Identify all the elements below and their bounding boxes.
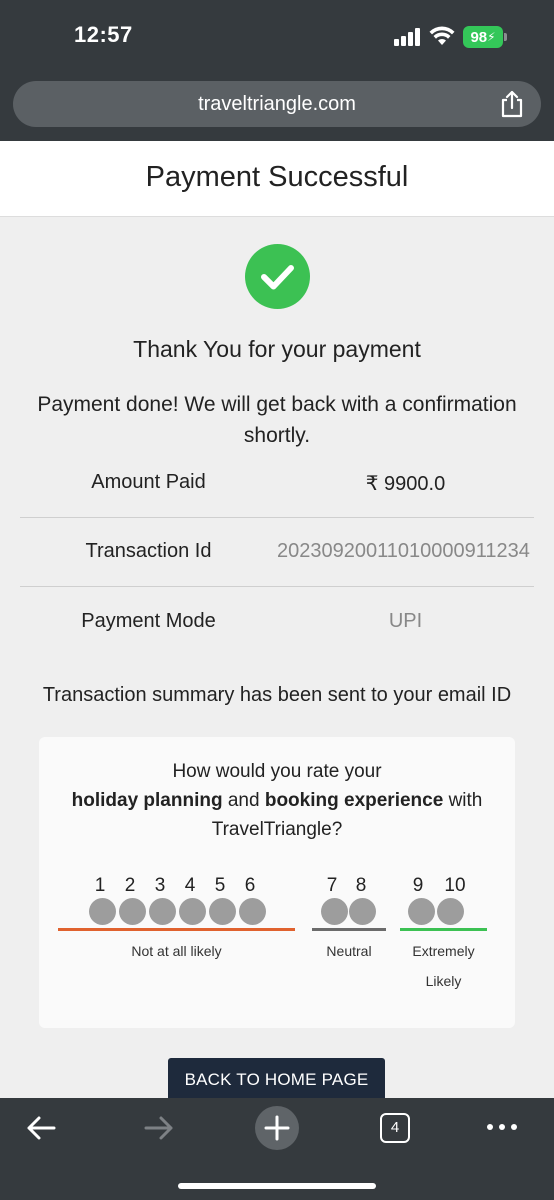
score-4-option[interactable]	[179, 898, 206, 925]
score-7-option[interactable]	[321, 898, 348, 925]
low-scale-label: Not at all likely	[131, 943, 222, 959]
score-6-option[interactable]	[239, 898, 266, 925]
thank-you-heading: Thank You for your payment	[133, 336, 421, 362]
payment-mode-row: Payment Mode UPI	[0, 610, 554, 640]
amount-paid-row: Amount Paid ₹ 9900.0	[0, 471, 554, 501]
cellular-signal-icon	[394, 28, 422, 46]
new-tab-plus-icon[interactable]	[254, 1105, 300, 1151]
page-header: Payment Successful	[0, 141, 554, 217]
transaction-id-label: Transaction Id	[85, 540, 212, 562]
low-range-bar	[58, 928, 295, 931]
share-icon[interactable]	[499, 90, 525, 118]
tabs-count-icon[interactable]: 4	[380, 1113, 410, 1143]
score-6-label: 6	[244, 875, 256, 896]
page-title: Payment Successful	[145, 161, 409, 193]
high-scale-label-line1: Extremely	[412, 943, 475, 959]
score-8-option[interactable]	[349, 898, 376, 925]
question-bold-1: holiday planning	[71, 790, 223, 811]
score-3-label: 3	[154, 875, 166, 896]
score-4-label: 4	[184, 875, 196, 896]
question-bold-2: booking experience	[264, 790, 444, 811]
wifi-icon	[429, 26, 455, 45]
divider	[20, 517, 534, 518]
home-indicator	[178, 1183, 376, 1189]
score-9-option[interactable]	[408, 898, 435, 925]
battery-level: 98	[470, 28, 488, 46]
rating-card: How would you rate your holiday planning…	[39, 737, 515, 1028]
question-line-1: How would you rate your	[172, 761, 382, 782]
question-line-3: TravelTriangle?	[211, 819, 343, 840]
success-check-icon	[245, 244, 310, 309]
transaction-id-value: 20230920011010000911234	[277, 540, 530, 562]
score-2-label: 2	[124, 875, 136, 896]
score-1-option[interactable]	[89, 898, 116, 925]
score-3-option[interactable]	[149, 898, 176, 925]
battery-nub	[504, 33, 507, 41]
neutral-scale-label: Neutral	[326, 943, 372, 959]
score-5-option[interactable]	[209, 898, 236, 925]
transaction-id-row: Transaction Id 20230920011010000911234	[0, 540, 554, 570]
payment-mode-value: UPI	[388, 610, 423, 632]
neutral-range-bar	[312, 928, 386, 931]
confirmation-message: Payment done! We will get back with a co…	[37, 393, 517, 447]
score-10-label: 10	[444, 875, 466, 896]
question-with: with	[443, 790, 483, 811]
amount-paid-value: ₹ 9900.0	[365, 473, 446, 495]
question-and: and	[222, 790, 265, 811]
score-9-label: 9	[412, 875, 424, 896]
high-scale-label-line2: Likely	[425, 973, 462, 989]
high-range-bar	[400, 928, 487, 931]
url-text: traveltriangle.com	[198, 93, 356, 115]
rating-question: How would you rate your holiday planning…	[39, 757, 515, 844]
score-2-option[interactable]	[119, 898, 146, 925]
status-time: 12:57	[74, 22, 133, 47]
score-10-option[interactable]	[437, 898, 464, 925]
score-5-label: 5	[214, 875, 226, 896]
score-1-label: 1	[94, 875, 106, 896]
forward-arrow-icon[interactable]	[143, 1114, 175, 1142]
battery-icon: 98 ⚡	[463, 26, 503, 48]
browser-chrome-top: 12:57 98 ⚡ traveltriangle.com	[0, 0, 554, 141]
score-7-label: 7	[326, 875, 338, 896]
summary-note: Transaction summary has been sent to you…	[42, 684, 512, 706]
amount-paid-label: Amount Paid	[91, 471, 206, 493]
more-options-icon[interactable]	[486, 1122, 518, 1132]
score-8-label: 8	[355, 875, 367, 896]
divider	[20, 586, 534, 587]
url-bar[interactable]: traveltriangle.com	[13, 81, 541, 127]
back-arrow-icon[interactable]	[25, 1114, 57, 1142]
back-to-home-button[interactable]: BACK TO HOME PAGE	[168, 1058, 385, 1100]
payment-mode-label: Payment Mode	[81, 610, 216, 632]
